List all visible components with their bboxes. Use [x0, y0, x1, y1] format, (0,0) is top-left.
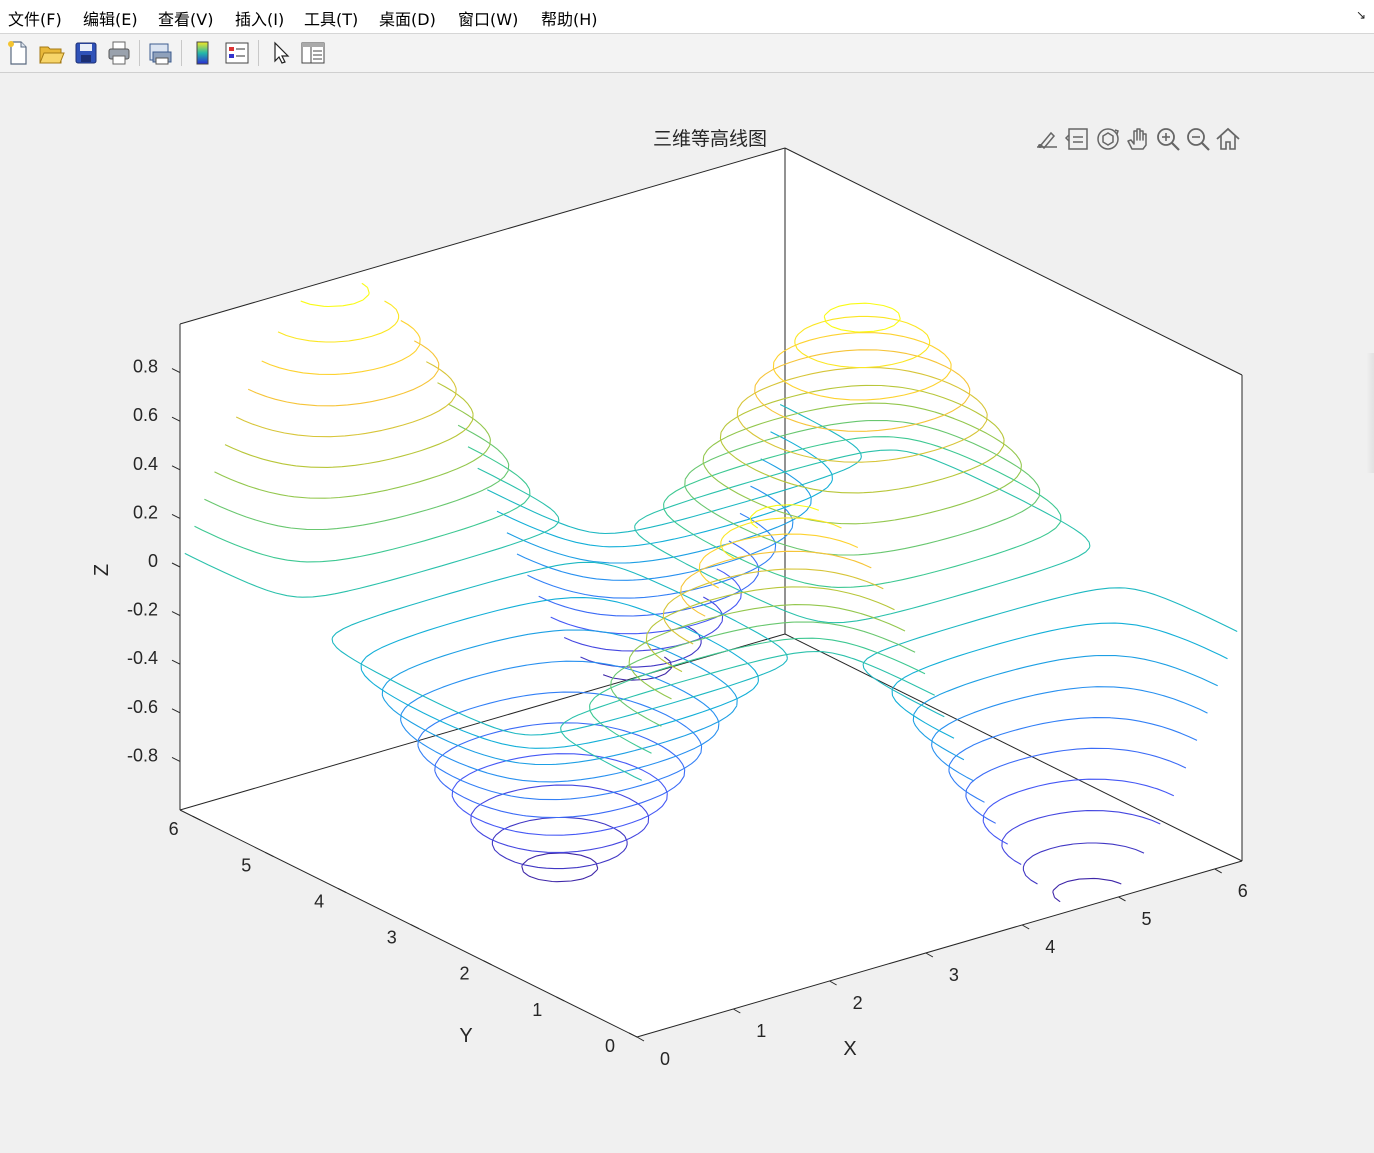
- y-tick-label: 5: [241, 855, 251, 875]
- legend-icon[interactable]: [223, 39, 251, 67]
- save-icon[interactable]: [72, 39, 100, 67]
- x-tick: [925, 952, 934, 958]
- z-tick-label: -0.4: [127, 648, 158, 668]
- z-tick-label: 0: [148, 551, 158, 571]
- z-tick: [171, 659, 181, 665]
- y-tick-label: 4: [314, 892, 324, 912]
- x-tick-label: 5: [1141, 909, 1151, 929]
- x-tick-label: 6: [1238, 881, 1248, 901]
- x-tick-label: 4: [1045, 937, 1055, 957]
- rotate-3d-icon[interactable]: [1094, 125, 1122, 153]
- menu-file[interactable]: 文件(F): [8, 6, 62, 30]
- home-icon[interactable]: [1214, 125, 1242, 153]
- x-tick: [829, 980, 837, 986]
- pan-icon[interactable]: [1124, 125, 1152, 153]
- x-tick-label: 1: [756, 1021, 766, 1041]
- z-tick-label: -0.2: [127, 600, 158, 620]
- figure-toolbar: [0, 34, 1374, 73]
- property-inspector-icon[interactable]: [299, 39, 327, 67]
- x-tick-label: 2: [853, 993, 863, 1013]
- zoom-out-icon[interactable]: [1184, 125, 1212, 153]
- x-tick: [1118, 896, 1126, 902]
- z-tick: [171, 416, 181, 422]
- x-tick-label: 0: [660, 1049, 670, 1069]
- menu-edit[interactable]: 编辑(E): [83, 6, 138, 30]
- x-tick: [1021, 924, 1030, 930]
- colorbar-icon[interactable]: [189, 39, 217, 67]
- toolbar-separator: [181, 40, 182, 66]
- y-tick-label: 6: [169, 819, 179, 839]
- z-tick: [171, 562, 181, 568]
- z-tick: [171, 708, 181, 714]
- open-icon[interactable]: [37, 39, 65, 67]
- z-tick-label: 0.8: [133, 357, 158, 377]
- y-axis-label: Y: [459, 1025, 472, 1047]
- y-tick-label: 2: [459, 964, 469, 984]
- toolbar-separator: [258, 40, 259, 66]
- menu-desktop[interactable]: 桌面(D): [379, 6, 436, 30]
- z-tick: [171, 513, 181, 519]
- menu-tools[interactable]: 工具(T): [304, 6, 358, 30]
- dock-arrow-icon[interactable]: ↘: [1356, 8, 1366, 22]
- window-edge-shadow: [1366, 353, 1374, 473]
- z-axis-label: Z: [91, 564, 113, 576]
- x-axis-label: X: [843, 1038, 856, 1060]
- menu-help[interactable]: 帮助(H): [541, 6, 598, 30]
- figure-area: 0 1 2 3 4 5 6 0 1 2 3 4 5 6 -0.8 -0.6 -0.4 -0.2 0 0.2 0.4 0.6…: [0, 73, 1374, 1153]
- pointer-icon[interactable]: [266, 39, 294, 67]
- y-tick-label: 3: [387, 928, 397, 948]
- menu-insert[interactable]: 插入(I): [235, 6, 284, 30]
- z-tick-label: 0.6: [133, 405, 158, 425]
- x-tick: [733, 1008, 741, 1014]
- z-tick: [171, 756, 181, 762]
- x-tick: [1214, 868, 1222, 874]
- new-figure-icon[interactable]: [4, 39, 32, 67]
- z-tick: [171, 368, 181, 374]
- z-tick-label: 0.2: [133, 502, 158, 522]
- y-tick-label: 1: [532, 1000, 542, 1020]
- z-tick: [171, 465, 181, 471]
- menu-window[interactable]: 窗口(W): [458, 6, 518, 30]
- z-tick-label: 0.4: [133, 454, 158, 474]
- toolbar-separator: [139, 40, 140, 66]
- x-tick-label: 3: [949, 965, 959, 985]
- z-tick: [171, 611, 181, 617]
- y-tick-label: 0: [605, 1036, 615, 1056]
- menu-view[interactable]: 查看(V): [158, 6, 213, 30]
- x-tick: [636, 1036, 645, 1042]
- zoom-in-icon[interactable]: [1154, 125, 1182, 153]
- menu-bar: 文件(F) 编辑(E) 查看(V) 插入(I) 工具(T) 桌面(D) 窗口(W…: [0, 0, 1374, 34]
- brush-icon[interactable]: [1033, 125, 1061, 153]
- print-preview-icon[interactable]: [146, 39, 174, 67]
- plot-title: 三维等高线图: [653, 128, 767, 150]
- z-tick-label: -0.6: [127, 697, 158, 717]
- plot-canvas[interactable]: 0 1 2 3 4 5 6 0 1 2 3 4 5 6 -0.8 -0.6 -0.4 -0.2 0 0.2 0.4 0.6…: [0, 73, 1374, 1153]
- data-tips-icon[interactable]: [1064, 125, 1092, 153]
- z-tick-label: -0.8: [127, 745, 158, 765]
- print-icon[interactable]: [105, 39, 133, 67]
